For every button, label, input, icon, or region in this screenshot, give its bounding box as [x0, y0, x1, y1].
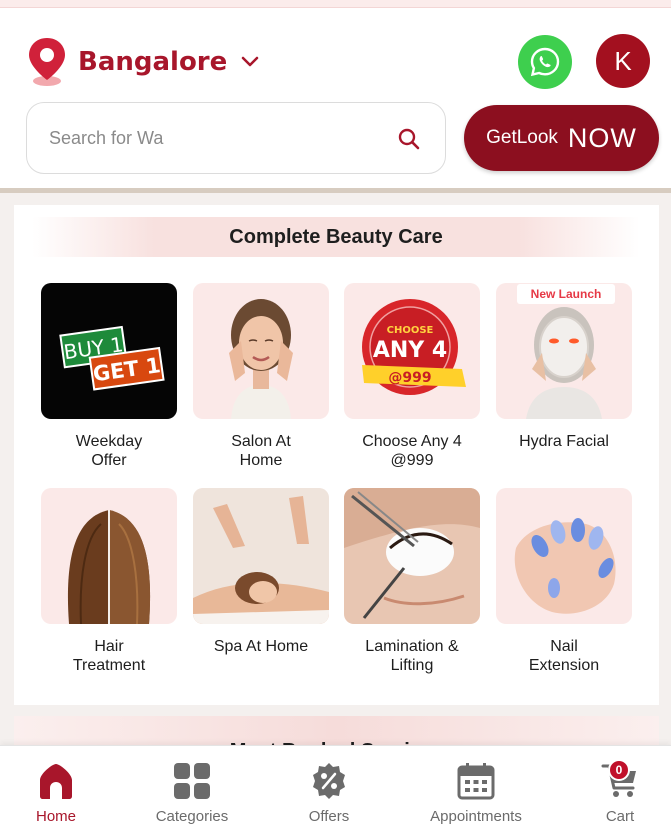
buy1get1-art: BUY 1 GET 1 [59, 325, 165, 391]
whatsapp-button[interactable] [518, 35, 572, 89]
nav-label: Home [35, 808, 76, 825]
grid-icon [174, 763, 210, 799]
service-salon-at-home[interactable]: Salon At Home [193, 283, 329, 470]
nav-appointments[interactable]: Appointments [416, 746, 536, 827]
nav-home[interactable]: Home [0, 746, 112, 827]
hair-treatment-image [41, 488, 177, 624]
service-label: Hair Treatment [72, 638, 146, 674]
search-icon[interactable] [397, 127, 421, 151]
service-label: Salon At Home [231, 433, 291, 469]
top-strip [0, 0, 671, 8]
service-hair-treatment[interactable]: Hair Treatment [41, 488, 177, 675]
spa-at-home-image [193, 488, 329, 624]
nav-label: Categories [155, 808, 229, 825]
bottom-nav: Home Categories Offers Appointments 0 Ca… [0, 745, 671, 827]
getlook-label: GetLook [486, 127, 558, 148]
avatar-initial: K [614, 45, 632, 76]
service-label: Choose Any 4 @999 [362, 433, 462, 469]
new-launch-badge: New Launch [517, 284, 615, 304]
nail-extension-image [496, 488, 632, 624]
whatsapp-icon [530, 47, 560, 77]
service-choose-any-4[interactable]: CHOOSE ANY 4 @999 Choose Any 4 @999 [344, 283, 480, 470]
beauty-care-section: Complete Beauty Care BUY 1 GET 1 Weekday… [14, 205, 659, 705]
service-lamination-lifting[interactable]: Lamination & Lifting [344, 488, 480, 675]
svg-text:@999: @999 [388, 370, 431, 386]
nav-offers[interactable]: Offers [273, 746, 385, 827]
weekday-offer-image: BUY 1 GET 1 [41, 283, 177, 419]
nav-cart[interactable]: 0 Cart [590, 746, 650, 827]
calendar-icon [457, 763, 495, 800]
service-label: Nail Extension [528, 638, 600, 674]
avatar[interactable]: K [596, 34, 650, 88]
salon-at-home-image [193, 283, 329, 419]
getlook-now-button[interactable]: GetLook NOW [464, 105, 659, 171]
service-spa-at-home[interactable]: Spa At Home [193, 488, 329, 656]
location-pin-icon [29, 38, 65, 86]
chevron-down-icon[interactable] [241, 56, 259, 68]
service-label: Weekday Offer [75, 433, 143, 469]
search-bar[interactable] [26, 102, 446, 174]
hydra-facial-image: New Launch [496, 283, 632, 419]
search-input[interactable] [49, 127, 369, 149]
service-nail-extension[interactable]: Nail Extension [496, 488, 632, 675]
service-weekday-offer[interactable]: BUY 1 GET 1 Weekday Offer [41, 283, 177, 470]
service-label: Hydra Facial [519, 433, 609, 450]
service-label: Lamination & Lifting [365, 638, 459, 674]
svg-text:ANY 4: ANY 4 [373, 338, 447, 363]
service-label: Spa At Home [213, 638, 309, 655]
nav-label: Offers [308, 808, 350, 825]
choose-any-4-image: CHOOSE ANY 4 @999 [344, 283, 480, 419]
service-hydra-facial[interactable]: New Launch Hydra Facial [496, 283, 632, 451]
cart-count-badge: 0 [608, 759, 630, 781]
nav-categories[interactable]: Categories [136, 746, 248, 827]
svg-text:CHOOSE: CHOOSE [387, 325, 434, 336]
nav-label: Cart [605, 808, 635, 825]
lamination-lifting-image [344, 488, 480, 624]
now-label: NOW [567, 122, 637, 153]
location-selector[interactable]: Bangalore [26, 36, 259, 88]
section-title: Complete Beauty Care [229, 225, 443, 248]
header: Bangalore K GetLook NOW [0, 8, 671, 191]
nav-label: Appointments [430, 808, 522, 825]
city-name[interactable]: Bangalore [78, 47, 227, 77]
home-icon [40, 764, 72, 799]
discount-icon [313, 763, 345, 799]
section-title-band: Complete Beauty Care [32, 217, 640, 257]
